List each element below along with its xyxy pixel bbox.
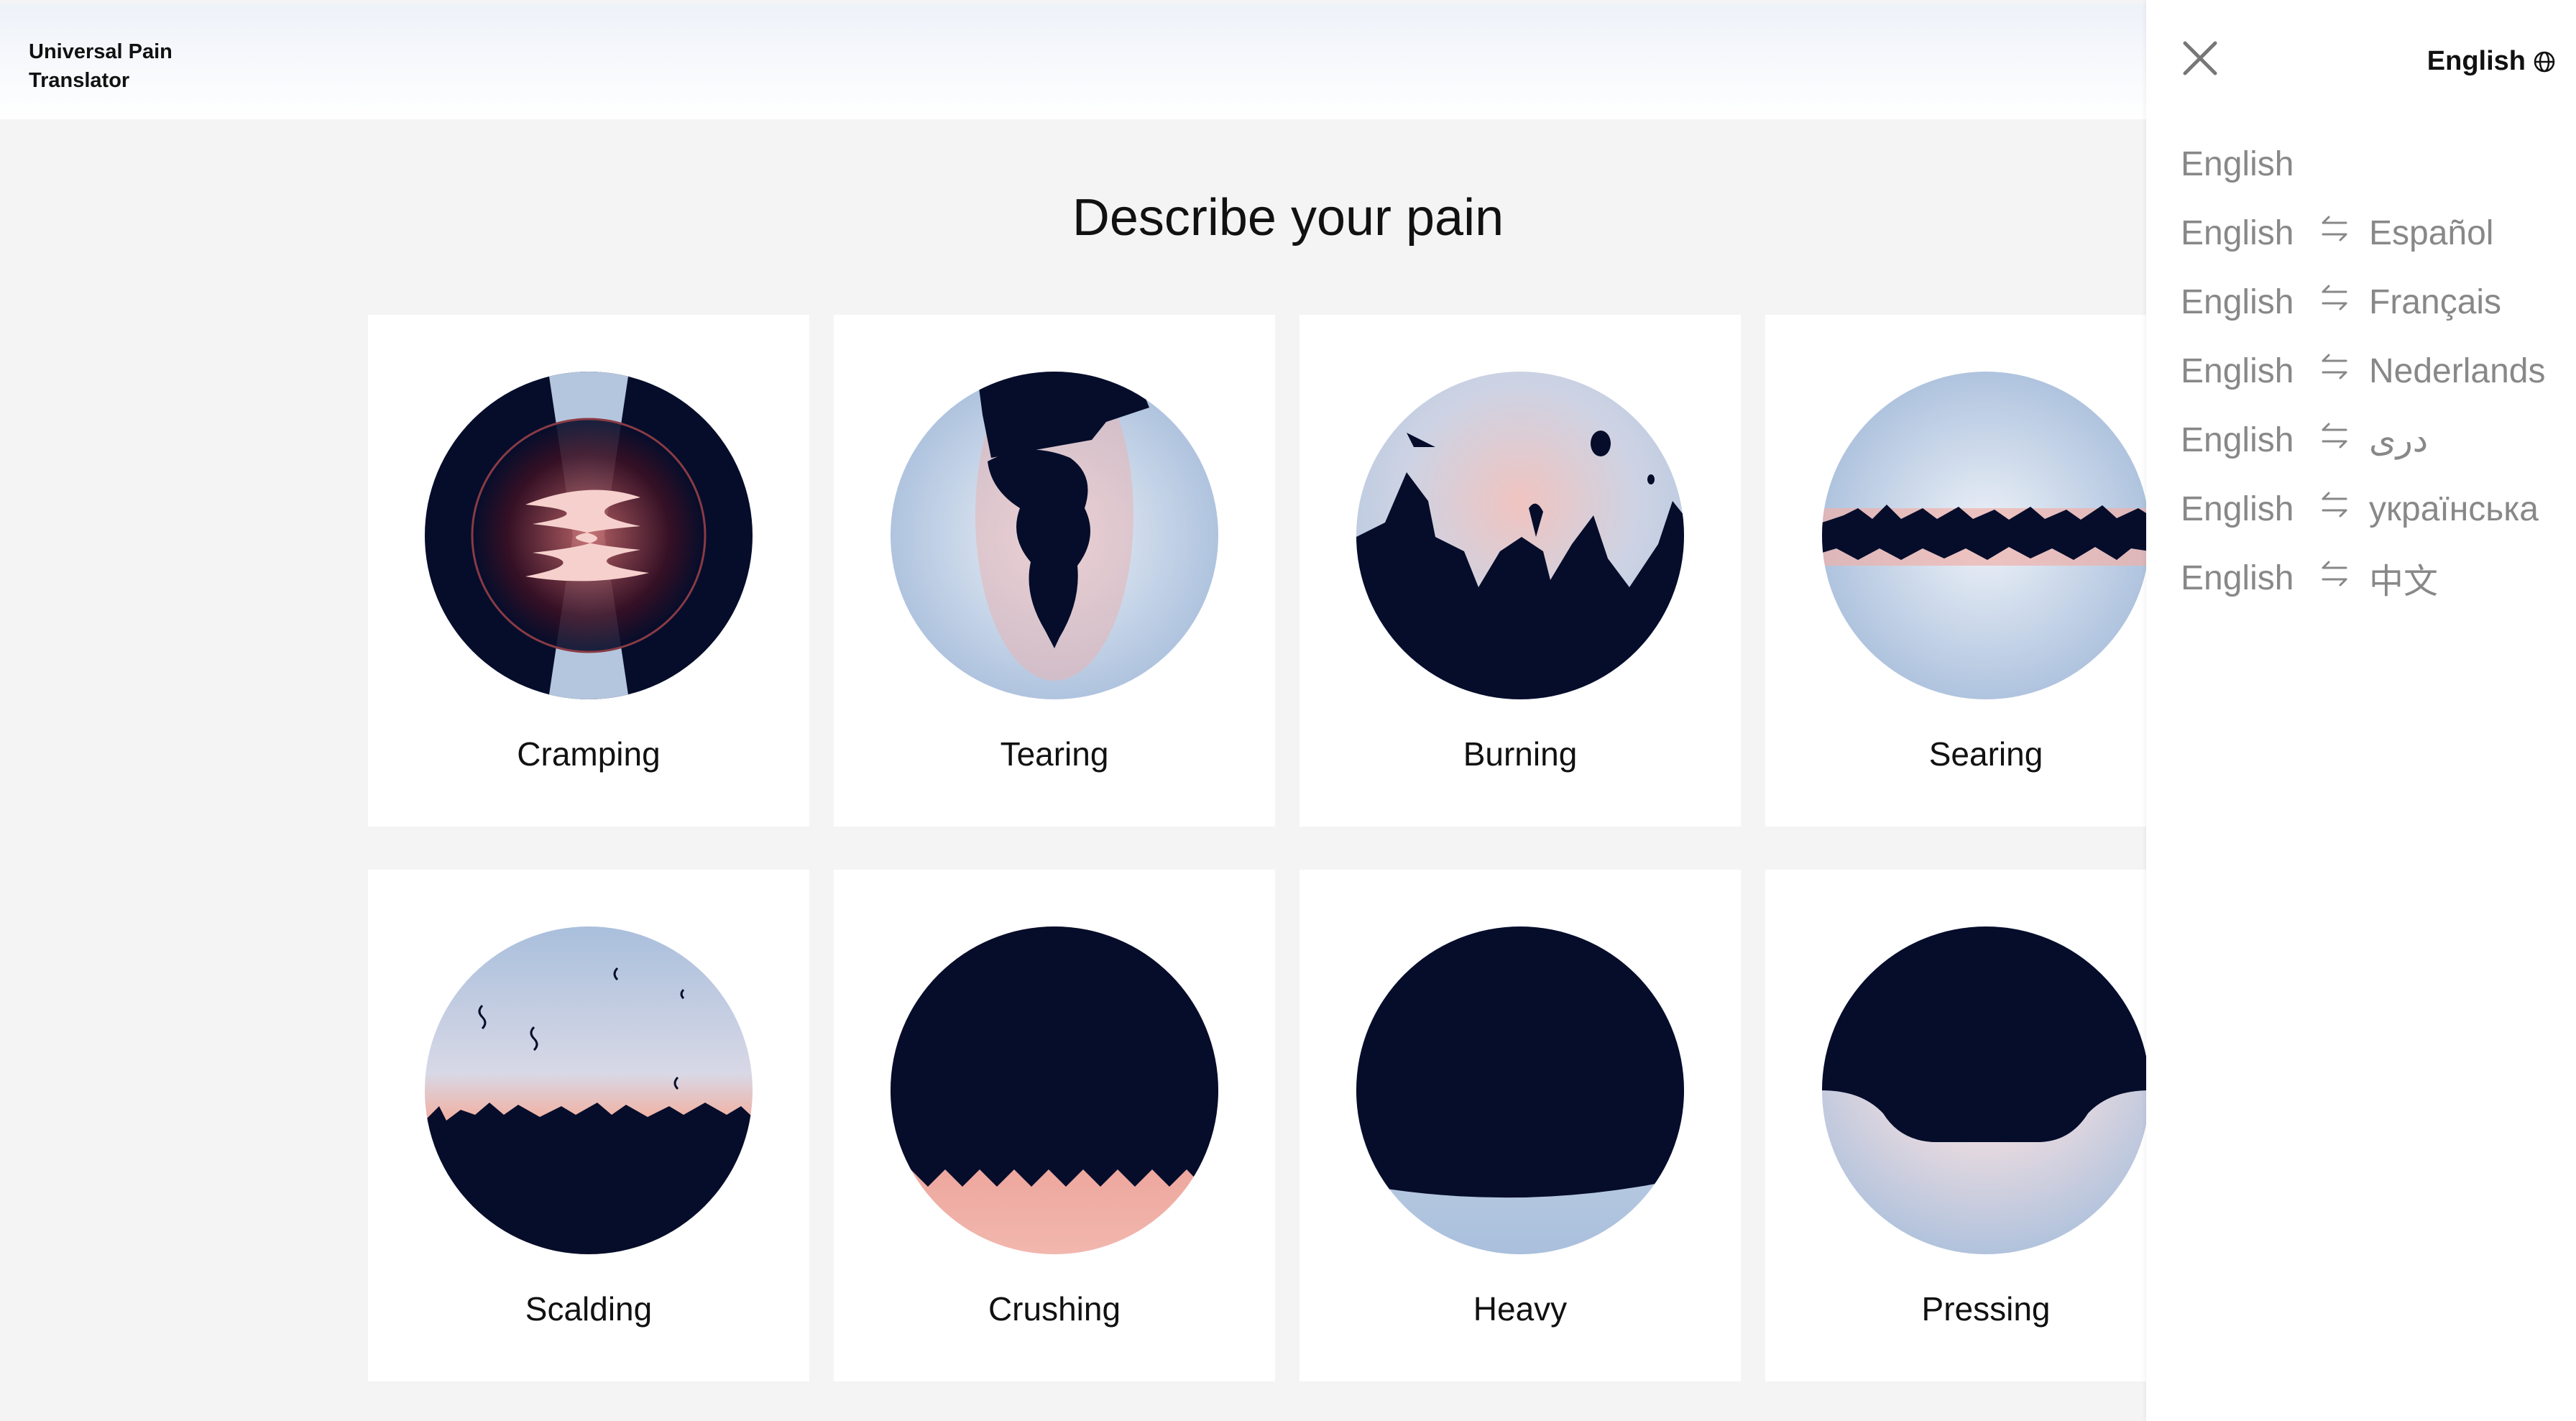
language-target: Nederlands <box>2369 351 2546 390</box>
app-title[interactable]: Universal Pain Translator <box>29 37 216 95</box>
language-source: English <box>2181 213 2294 252</box>
pain-card-label: Searing <box>1928 735 2043 773</box>
pressing-illustration <box>1822 926 2150 1254</box>
pain-card-label: Cramping <box>517 735 661 773</box>
pain-card-searing[interactable]: Searing <box>1765 315 2207 827</box>
swap-arrows-icon <box>2317 418 2369 461</box>
language-option-french[interactable]: English Français <box>2181 267 2545 336</box>
scalding-illustration <box>425 926 753 1254</box>
language-source: English <box>2181 489 2294 528</box>
swap-arrows-icon <box>2317 487 2369 530</box>
language-target: Français <box>2369 282 2502 321</box>
pain-card-label: Crushing <box>988 1290 1121 1328</box>
cramping-illustration <box>425 372 753 699</box>
pain-card-label: Heavy <box>1473 1290 1568 1328</box>
pain-card-label: Pressing <box>1921 1290 2051 1328</box>
app-title-line-2: Translator <box>29 69 130 92</box>
language-target: دری <box>2369 421 2429 459</box>
language-source: English <box>2181 144 2294 183</box>
language-source: English <box>2181 351 2294 390</box>
language-source: English <box>2181 558 2294 597</box>
pain-card-cramping[interactable]: Cramping <box>368 315 809 827</box>
pain-card-label: Burning <box>1463 735 1578 773</box>
searing-illustration <box>1822 372 2150 699</box>
pain-card-heavy[interactable]: Heavy <box>1300 870 1741 1381</box>
burning-illustration <box>1356 372 1684 699</box>
language-option-dari[interactable]: English دری <box>2181 405 2545 474</box>
close-icon <box>2183 41 2217 75</box>
globe-icon <box>2534 51 2555 72</box>
close-button[interactable] <box>2181 39 2220 78</box>
pain-card-crushing[interactable]: Crushing <box>834 870 1275 1381</box>
language-panel: English English English Español English … <box>2146 0 2576 1421</box>
pain-card-pressing[interactable]: Pressing <box>1765 870 2207 1381</box>
pain-card-scalding[interactable]: Scalding <box>368 870 809 1381</box>
swap-arrows-icon <box>2317 556 2369 599</box>
language-option-chinese[interactable]: English 中文 <box>2181 543 2545 612</box>
language-option-spanish[interactable]: English Español <box>2181 198 2545 267</box>
app-title-line-1: Universal Pain <box>29 40 172 63</box>
heavy-illustration <box>1356 926 1684 1254</box>
tearing-illustration <box>891 372 1218 699</box>
swap-arrows-icon <box>2317 349 2369 392</box>
language-source: English <box>2181 420 2294 459</box>
language-option-ukrainian[interactable]: English українська <box>2181 474 2545 543</box>
crushing-illustration <box>891 926 1218 1254</box>
language-option-dutch[interactable]: English Nederlands <box>2181 336 2545 405</box>
pain-card-label: Scalding <box>525 1290 653 1328</box>
pain-card-tearing[interactable]: Tearing <box>834 315 1275 827</box>
swap-arrows-icon <box>2317 211 2369 254</box>
language-target: Español <box>2369 213 2494 252</box>
language-list: English English Español English Français… <box>2181 129 2545 612</box>
language-target: 中文 <box>2369 563 2439 601</box>
swap-arrows-icon <box>2317 280 2369 323</box>
pain-card-burning[interactable]: Burning <box>1300 315 1741 827</box>
language-selector[interactable]: English <box>2427 46 2556 77</box>
pain-card-label: Tearing <box>1000 735 1109 773</box>
top-bar: Universal Pain Translator <box>0 4 2146 119</box>
language-option-english[interactable]: English <box>2181 129 2545 198</box>
current-language: English <box>2426 46 2526 76</box>
language-source: English <box>2181 282 2294 321</box>
language-target: українська <box>2369 489 2539 528</box>
